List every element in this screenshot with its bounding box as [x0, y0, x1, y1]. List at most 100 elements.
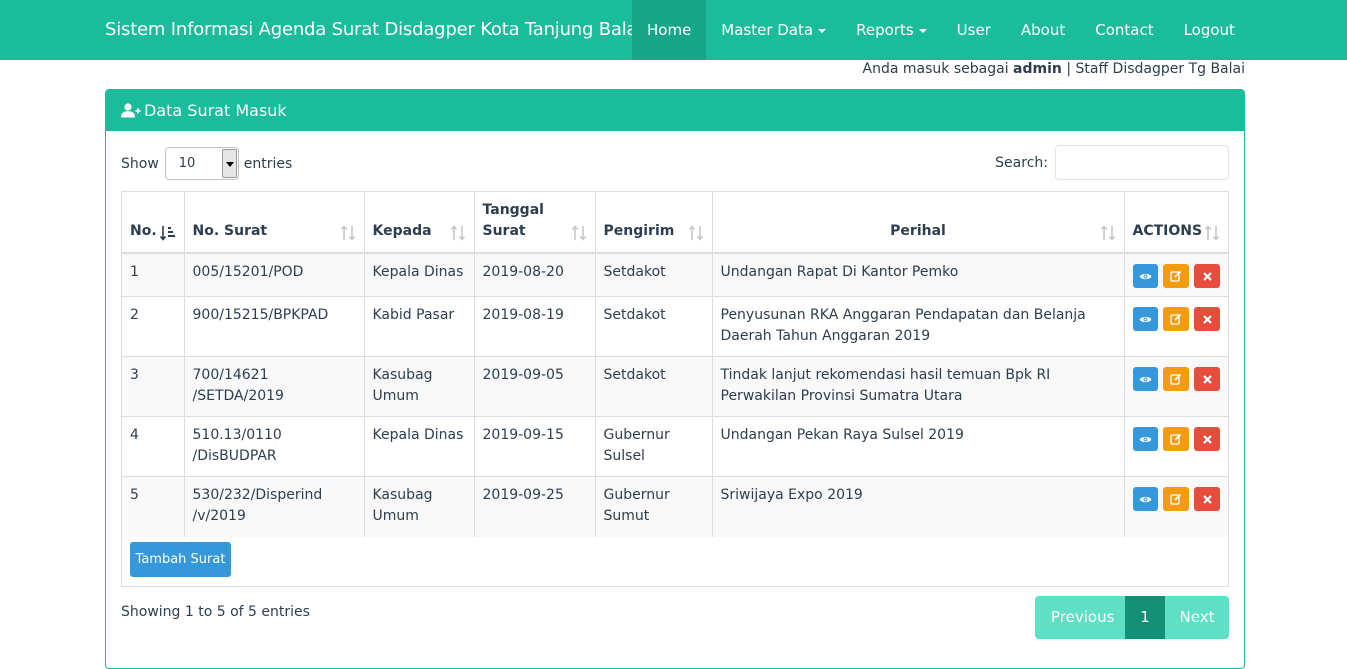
nav-reports-label: Reports — [856, 21, 914, 39]
edit-button[interactable] — [1163, 427, 1190, 451]
view-button[interactable] — [1132, 427, 1159, 451]
sort-both-icon — [450, 225, 465, 241]
nav-master-data-label: Master Data — [721, 21, 814, 39]
tambah-surat-button[interactable]: Tambah Surat — [130, 542, 231, 577]
col-header-perihal[interactable]: Perihal — [712, 192, 1125, 254]
edit-icon — [1170, 373, 1182, 385]
col-header-no-surat[interactable]: No. Surat — [184, 192, 365, 254]
row-actions — [1132, 365, 1221, 391]
edit-button[interactable] — [1163, 367, 1190, 391]
cell-kepada: Kasubag Umum — [364, 356, 475, 417]
table-info: Showing 1 to 5 of 5 entries — [121, 604, 310, 620]
delete-button[interactable] — [1194, 264, 1220, 288]
row-actions — [1132, 262, 1221, 288]
cell-no: 2 — [122, 296, 185, 357]
view-button[interactable] — [1132, 487, 1159, 511]
cell-actions — [1124, 356, 1228, 417]
cell-tanggal: 2019-08-19 — [474, 296, 596, 357]
cell-no-surat: 005/15201/POD — [184, 252, 365, 297]
col-header-actions[interactable]: ACTIONS — [1124, 192, 1228, 254]
delete-button[interactable] — [1194, 427, 1220, 451]
pagination-previous[interactable]: Previous — [1035, 596, 1125, 639]
login-info: Anda masuk sebagai admin | Staff Disdagp… — [863, 61, 1245, 77]
cell-tanggal: 2019-08-20 — [474, 252, 596, 297]
eye-icon — [1139, 273, 1152, 279]
nav-home-label: Home — [647, 21, 692, 39]
nav-reports[interactable]: Reports — [841, 0, 942, 60]
cell-pengirim: Setdakot — [595, 356, 713, 417]
col-header-label: No. Surat — [192, 223, 268, 239]
cell-pengirim: Gubernur Sumut — [595, 476, 713, 537]
table-row: 2 900/15215/BPKPAD Kabid Pasar 2019-08-19 Se… — [122, 296, 1228, 357]
cell-tanggal: 2019-09-25 — [474, 476, 596, 537]
cell-no-surat: 900/15215/BPKPAD — [184, 296, 365, 357]
close-icon — [1202, 374, 1212, 384]
entries-select[interactable]: 10 — [164, 147, 239, 180]
login-prefix: Anda masuk sebagai — [862, 61, 1009, 77]
nav-about[interactable]: About — [1006, 0, 1080, 60]
cell-actions — [1124, 416, 1228, 477]
col-header-no[interactable]: No. — [122, 192, 185, 254]
delete-button[interactable] — [1194, 307, 1220, 331]
table-row: 1 005/15201/POD Kepala Dinas 2019-08-20 Setd… — [122, 252, 1228, 297]
table-header-row: No. No. Surat Kepada Tanggal Surat Pengi… — [122, 192, 1228, 254]
col-header-pengirim[interactable]: Pengirim — [595, 192, 713, 254]
caret-down-icon — [818, 28, 827, 33]
nav-about-label: About — [1020, 21, 1066, 39]
cell-no: 4 — [122, 416, 185, 477]
cell-perihal: Undangan Pekan Raya Sulsel 2019 — [712, 416, 1125, 477]
cell-pengirim: Setdakot — [595, 296, 713, 357]
nav-logout[interactable]: Logout — [1169, 0, 1250, 60]
view-button[interactable] — [1132, 367, 1159, 391]
pagination-next[interactable]: Next — [1165, 596, 1229, 639]
sort-asc-icon — [159, 226, 175, 241]
col-header-label: Perihal — [890, 223, 946, 239]
cell-tanggal: 2019-09-05 — [474, 356, 596, 417]
cell-kepada: Kabid Pasar — [364, 296, 475, 357]
panel-title: Data Surat Masuk — [144, 101, 287, 120]
nav-menu: Home Master Data Reports User About Cont… — [632, 0, 1250, 60]
nav-user-label: User — [956, 21, 991, 39]
close-icon — [1202, 271, 1212, 281]
view-button[interactable] — [1132, 264, 1159, 288]
caret-down-icon — [918, 28, 927, 33]
col-header-label: Tanggal Surat — [482, 202, 544, 239]
col-header-label: Pengirim — [603, 223, 675, 239]
cell-actions — [1124, 252, 1228, 297]
pagination-page-current[interactable]: 1 — [1125, 596, 1165, 639]
search-input[interactable] — [1055, 145, 1229, 180]
table-row: 3 700/14621 /SETDA/2019 Kasubag Umum 2019-0… — [122, 356, 1228, 417]
cell-tanggal: 2019-09-15 — [474, 416, 596, 477]
cell-no-surat: 510.13/0110 /DisBUDPAR — [184, 416, 365, 477]
cell-no-surat: 530/232/Disperind /v/2019 — [184, 476, 365, 537]
edit-icon — [1170, 433, 1182, 445]
view-button[interactable] — [1132, 307, 1159, 331]
delete-button[interactable] — [1194, 367, 1220, 391]
nav-master-data[interactable]: Master Data — [706, 0, 841, 60]
edit-button[interactable] — [1163, 264, 1190, 288]
sort-both-icon — [571, 225, 586, 241]
search-label: Search: — [995, 154, 1048, 171]
row-actions — [1132, 425, 1221, 451]
sort-both-icon — [1204, 225, 1220, 241]
edit-button[interactable] — [1163, 307, 1190, 331]
col-header-tanggal[interactable]: Tanggal Surat — [474, 192, 596, 254]
edit-icon — [1170, 270, 1182, 282]
cell-kepada: Kepala Dinas — [364, 252, 475, 297]
cell-actions — [1124, 476, 1228, 537]
nav-user[interactable]: User — [942, 0, 1006, 60]
table-body: 1 005/15201/POD Kepala Dinas 2019-08-20 Setd… — [122, 252, 1228, 537]
nav-contact-label: Contact — [1095, 21, 1154, 39]
delete-button[interactable] — [1194, 487, 1220, 511]
col-header-kepada[interactable]: Kepada — [364, 192, 475, 254]
row-actions — [1132, 485, 1221, 511]
login-role: | Staff Disdagper Tg Balai — [1066, 61, 1245, 77]
show-label: Show — [121, 155, 159, 172]
edit-button[interactable] — [1163, 487, 1190, 511]
nav-contact[interactable]: Contact — [1080, 0, 1168, 60]
navbar-brand[interactable]: Sistem Informasi Agenda Surat Disdagper … — [105, 0, 642, 60]
cell-no: 5 — [122, 476, 185, 537]
nav-home[interactable]: Home — [632, 0, 707, 60]
sort-both-icon — [688, 225, 703, 241]
login-username: admin — [1013, 61, 1062, 77]
